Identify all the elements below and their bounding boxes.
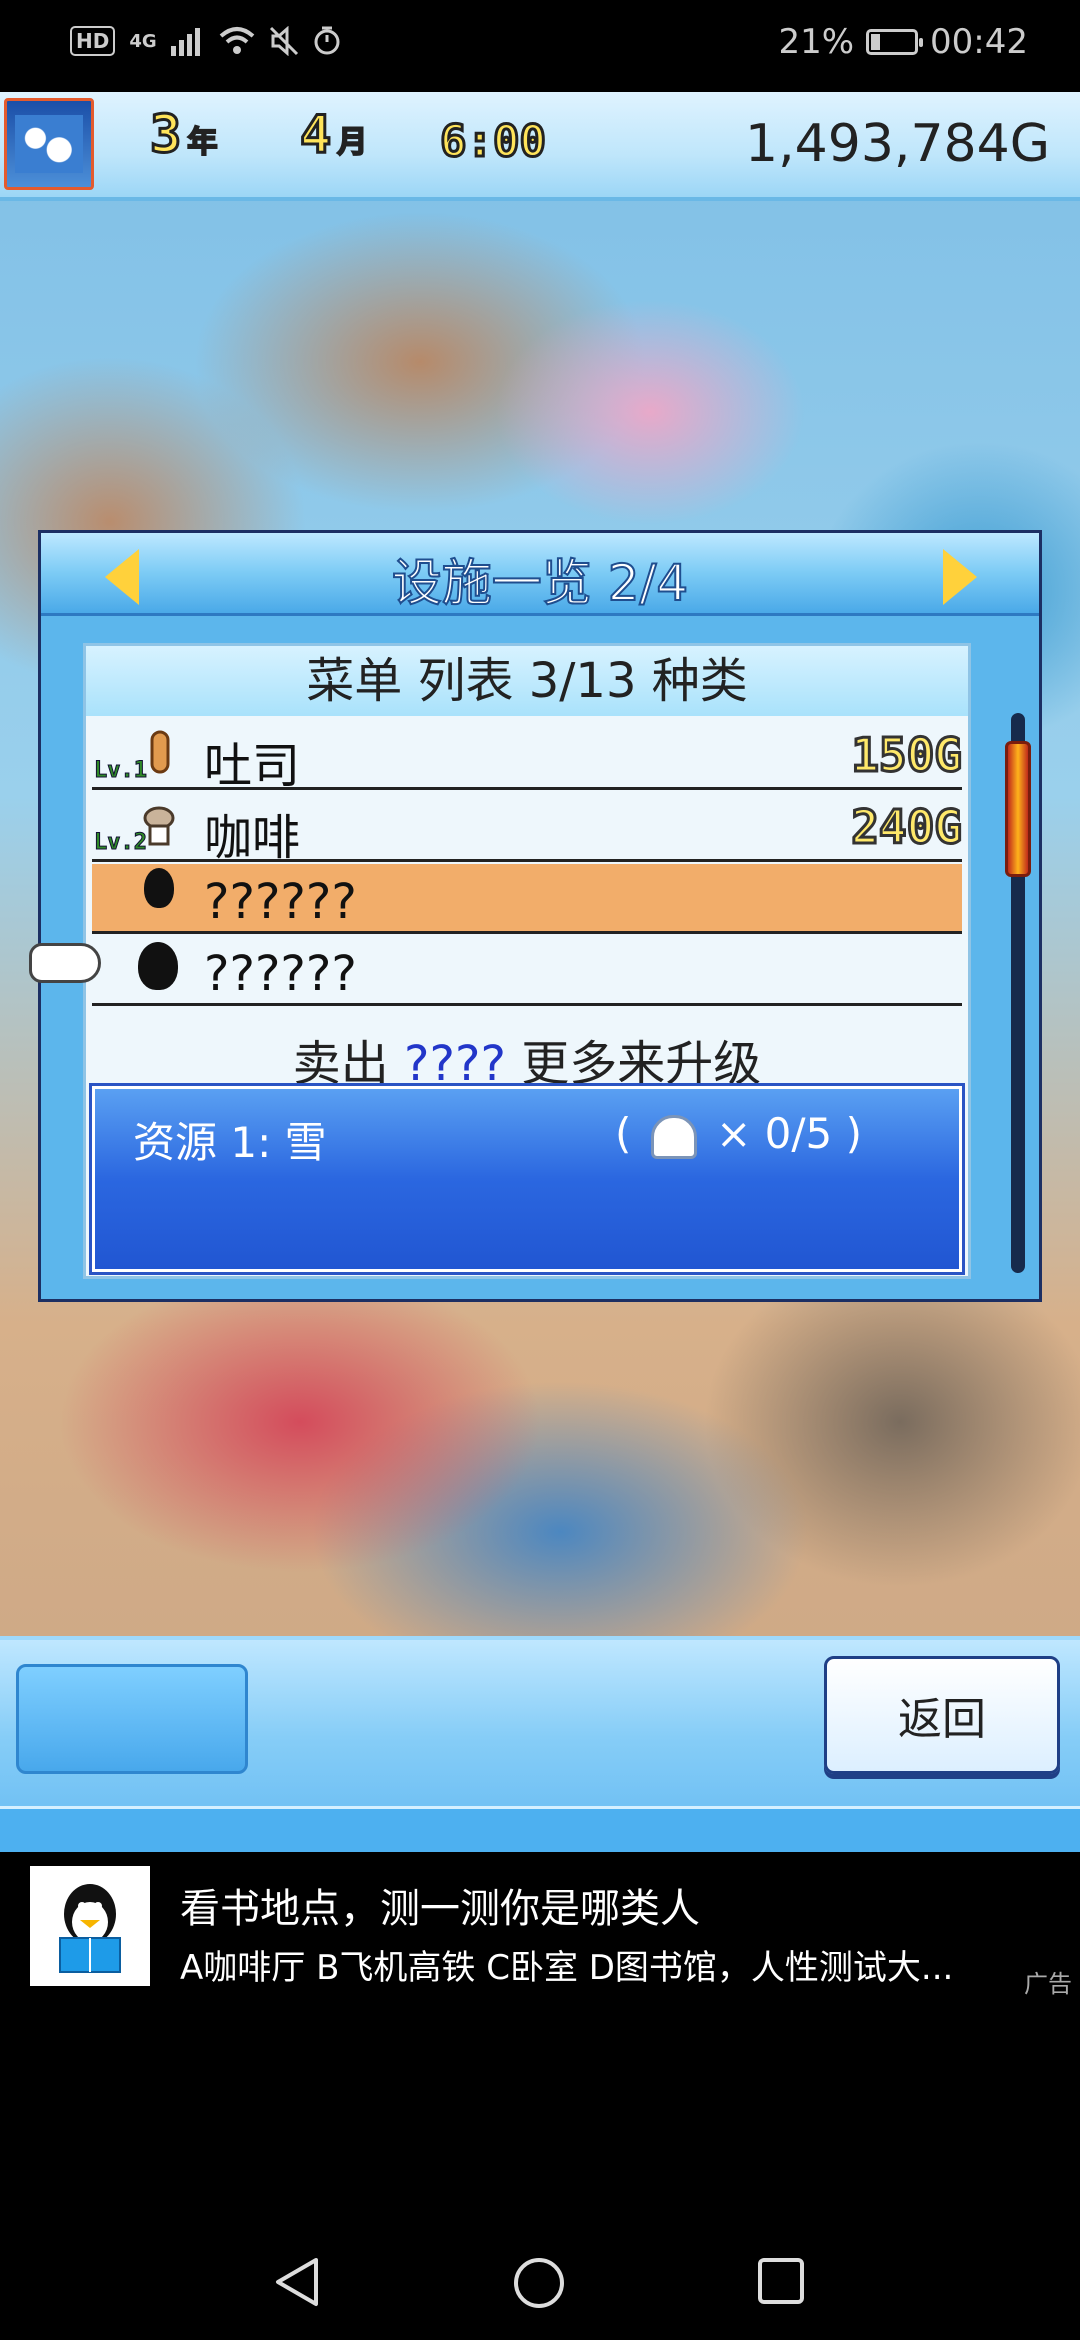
next-page-arrow-icon[interactable] — [943, 549, 977, 605]
battery-icon — [866, 29, 924, 55]
menu-item-coffee[interactable]: Lv.2 咖啡 240G — [92, 792, 964, 866]
qq-penguin-icon — [30, 1866, 150, 1986]
hint-highlight: ???? — [404, 1036, 506, 1092]
menu-item-locked[interactable]: ?????? — [92, 936, 962, 1006]
item-name: ?????? — [204, 946, 357, 1002]
year-unit: 年 — [186, 124, 218, 161]
game-scene[interactable]: 3 年 4 月 6:00 1,493,784G 设施一览 2/4 菜单 列表 3… — [0, 92, 1080, 1852]
ad-tag: 广告 — [1024, 1970, 1072, 1998]
game-bottom-bar: 返回 — [0, 1636, 1080, 1852]
alarm-icon — [314, 26, 340, 55]
resource-box: 资源 1: 雪 ( × 0/5 ) — [89, 1083, 965, 1275]
menu-item-toast[interactable]: Lv.1 吐司 150G — [92, 720, 964, 794]
status-right: 21% 00:42 — [778, 22, 1028, 62]
resource-label: 资源 1: 雪 — [133, 1118, 327, 1167]
facility-list-dialog: 设施一览 2/4 菜单 列表 3/13 种类 Lv.1 吐司 150G Lv.2… — [29, 530, 1042, 1302]
dialog-title: 设施一览 2/4 — [391, 553, 689, 613]
year-display: 3 年 — [148, 105, 218, 165]
blank-button[interactable] — [16, 1664, 248, 1774]
month-number: 4 — [298, 105, 332, 165]
game-clock: 6:00 — [439, 115, 548, 169]
snow-bell-icon — [650, 1114, 697, 1159]
upgrade-hint: 卖出 ???? 更多来升级 — [86, 1024, 968, 1094]
back-button[interactable]: 返回 — [824, 1656, 1060, 1774]
signal-icon — [170, 28, 200, 56]
back-nav-icon[interactable] — [272, 2256, 322, 2308]
clock-time: 00:42 — [930, 22, 1028, 62]
mute-icon — [269, 26, 298, 56]
home-nav-icon[interactable] — [512, 2256, 566, 2310]
toast-icon — [150, 730, 170, 774]
item-level: Lv.1 — [94, 758, 148, 784]
item-price: 240G — [850, 799, 964, 856]
battery-percent: 21% — [778, 22, 855, 62]
resource-count-value: × 0/5 ) — [716, 1109, 862, 1158]
ad-title: 看书地点，测一测你是哪类人 — [180, 1886, 700, 1932]
ad-banner[interactable]: 看书地点，测一测你是哪类人 A咖啡厅 B飞机高铁 C卧室 D图书馆，人性测试大.… — [0, 1852, 1080, 2012]
dialog-header: 设施一览 2/4 — [41, 533, 1039, 616]
scrollbar-thumb[interactable] — [1005, 741, 1031, 877]
month-unit: 月 — [336, 124, 368, 161]
money-display: 1,493,784G — [745, 114, 1050, 174]
pointer-hand-icon — [29, 943, 101, 983]
network-type: 4G — [129, 30, 157, 52]
hd-icon: HD — [70, 26, 116, 56]
locked-item-icon — [144, 868, 174, 908]
system-nav-bar — [0, 2180, 1080, 2340]
snow-avatar-icon[interactable] — [4, 98, 94, 190]
item-price: 150G — [850, 727, 964, 784]
coffee-icon — [143, 806, 175, 846]
ad-description: A咖啡厅 B飞机高铁 C卧室 D图书馆，人性测试大... — [180, 1948, 954, 1988]
item-level: Lv.2 — [94, 830, 148, 856]
wifi-icon — [219, 27, 254, 54]
item-name: ?????? — [204, 874, 357, 930]
item-name: 吐司 — [204, 738, 301, 794]
bottom-strip — [0, 1806, 1080, 1852]
status-icons: HD 4G — [70, 26, 341, 56]
hint-suffix: 更多来升级 — [521, 1036, 762, 1092]
menu-list-panel: 菜单 列表 3/13 种类 Lv.1 吐司 150G Lv.2 咖啡 240G … — [83, 643, 971, 1279]
menu-item-locked-selected[interactable]: ?????? — [92, 864, 962, 934]
menu-list-header: 菜单 列表 3/13 种类 — [86, 646, 968, 716]
recents-nav-icon[interactable] — [756, 2256, 806, 2306]
year-number: 3 — [148, 105, 182, 165]
locked-item-icon — [138, 942, 178, 990]
hud-bar: 3 年 4 月 6:00 1,493,784G — [0, 92, 1080, 201]
hint-prefix: 卖出 — [292, 1036, 389, 1092]
item-name: 咖啡 — [204, 810, 301, 866]
resource-open-paren: ( — [615, 1109, 632, 1158]
battery-fill — [871, 34, 881, 50]
clock-display: 6:00 — [439, 115, 548, 169]
resource-count: ( × 0/5 ) — [615, 1109, 862, 1159]
status-bar: HD 4G 21% 00:42 — [0, 0, 1080, 92]
month-display: 4 月 — [298, 105, 368, 165]
